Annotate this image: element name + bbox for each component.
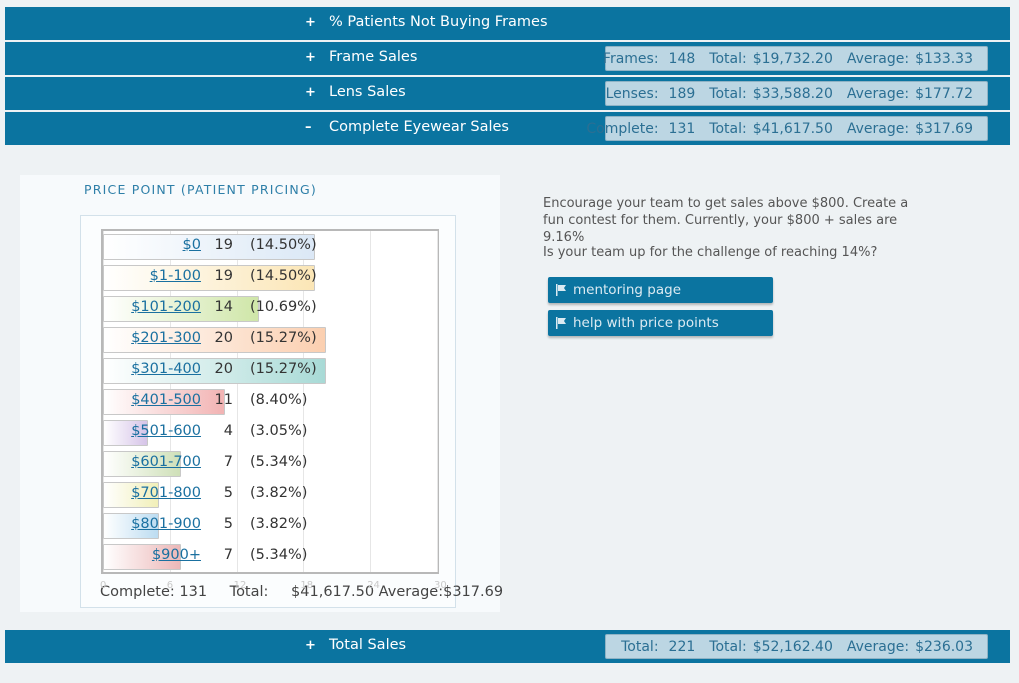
row-count: 20 — [214, 330, 233, 346]
row-percent: (15.27%) — [250, 361, 317, 377]
help-price-points-button[interactable]: help with price points — [548, 310, 773, 336]
x-tick-label: 18 — [300, 580, 314, 591]
collapse-icon[interactable]: – — [305, 112, 329, 143]
gridline — [437, 231, 438, 572]
row-count: 7 — [223, 454, 233, 470]
flag-icon — [555, 310, 573, 336]
row-count: 19 — [214, 268, 233, 284]
accordion-title[interactable]: + Frame Sales — [305, 42, 417, 75]
row-count: 19 — [214, 237, 233, 253]
price-range-link[interactable]: $101-200 — [103, 299, 201, 315]
price-range-link[interactable]: $201-300 — [103, 330, 201, 346]
row-percent: (10.69%) — [250, 299, 317, 315]
complete-eyewear-summary: Complete: 131 Total: $41,617.50 Average: $3… — [586, 116, 988, 141]
accordion-title[interactable]: – Complete Eyewear Sales — [305, 112, 509, 145]
flag-icon — [555, 277, 573, 303]
x-tick-label: 24 — [367, 580, 380, 591]
row-percent: (3.82%) — [250, 516, 308, 532]
row-count: 20 — [214, 361, 233, 377]
price-range-link[interactable]: $900+ — [103, 547, 201, 563]
total-sales-summary: Total: 221 Total: $52,162.40 Average: $236.… — [605, 634, 988, 659]
challenge-text: Is your team up for the challenge of rea… — [543, 245, 878, 260]
row-count: 5 — [223, 516, 233, 532]
gridline — [370, 231, 372, 572]
x-tick-label: 12 — [233, 580, 247, 591]
price-range-link[interactable]: $301-400 — [103, 361, 201, 377]
row-count: 4 — [223, 423, 233, 439]
footer-complete: Complete: 131 — [100, 584, 208, 600]
price-range-link[interactable]: $401-500 — [103, 392, 201, 408]
mentoring-page-button[interactable]: mentoring page — [548, 277, 773, 303]
expand-icon[interactable]: + — [305, 630, 329, 661]
frame-sales-summary: Frames: 148 Total: $19,732.20 Average: $133… — [603, 46, 988, 71]
accordion-total-sales[interactable]: + Total Sales Total: 221 Total: $52,162.40 … — [5, 630, 1010, 663]
row-percent: (8.40%) — [250, 392, 308, 408]
row-percent: (14.50%) — [250, 237, 317, 253]
expand-icon[interactable]: + — [305, 77, 329, 108]
x-tick-label: 6 — [166, 580, 174, 591]
row-percent: (14.50%) — [250, 268, 317, 284]
encouragement-text: Encourage your team to get sales above $… — [543, 196, 909, 245]
row-percent: (3.05%) — [250, 423, 308, 439]
accordion-frame-sales[interactable]: + Frame Sales Frames: 148 Total: $19,732.20… — [5, 42, 1010, 75]
row-count: 5 — [223, 485, 233, 501]
lens-sales-summary: Lenses: 189 Total: $33,588.20 Average: $177… — [605, 81, 988, 106]
row-count: 14 — [214, 299, 233, 315]
price-range-link[interactable]: $801-900 — [103, 516, 201, 532]
panel-title: PRICE POINT (PATIENT PRICING) — [84, 182, 317, 197]
accordion-title[interactable]: + Total Sales — [305, 630, 406, 663]
row-percent: (15.27%) — [250, 330, 317, 346]
price-range-link[interactable]: $1-100 — [103, 268, 201, 284]
accordion-title[interactable]: +% Patients Not Buying Frames — [305, 7, 548, 40]
accordion-lens-sales[interactable]: + Lens Sales Lenses: 189 Total: $33,588.20 … — [5, 77, 1010, 110]
row-percent: (3.82%) — [250, 485, 308, 501]
accordion-not-buying-frames[interactable]: +% Patients Not Buying Frames — [5, 7, 1010, 40]
row-percent: (5.34%) — [250, 547, 308, 563]
expand-icon[interactable]: + — [305, 7, 329, 38]
row-count: 7 — [223, 547, 233, 563]
accordion-title[interactable]: + Lens Sales — [305, 77, 406, 110]
x-tick-label: 30 — [434, 580, 447, 591]
expand-icon[interactable]: + — [305, 42, 329, 73]
x-tick-label: 0 — [100, 580, 107, 591]
price-range-link[interactable]: $501-600 — [103, 423, 201, 439]
row-count: 11 — [214, 392, 233, 408]
price-range-link[interactable]: $701-800 — [103, 485, 201, 501]
row-percent: (5.34%) — [250, 454, 308, 470]
price-point-panel: PRICE POINT (PATIENT PRICING) $0 19 (14.50… — [20, 175, 503, 612]
price-range-link[interactable]: $0 — [103, 237, 201, 253]
accordion-complete-eyewear[interactable]: – Complete Eyewear Sales Complete: 131 Tot… — [5, 112, 1010, 145]
price-range-link[interactable]: $601-700 — [103, 454, 201, 470]
